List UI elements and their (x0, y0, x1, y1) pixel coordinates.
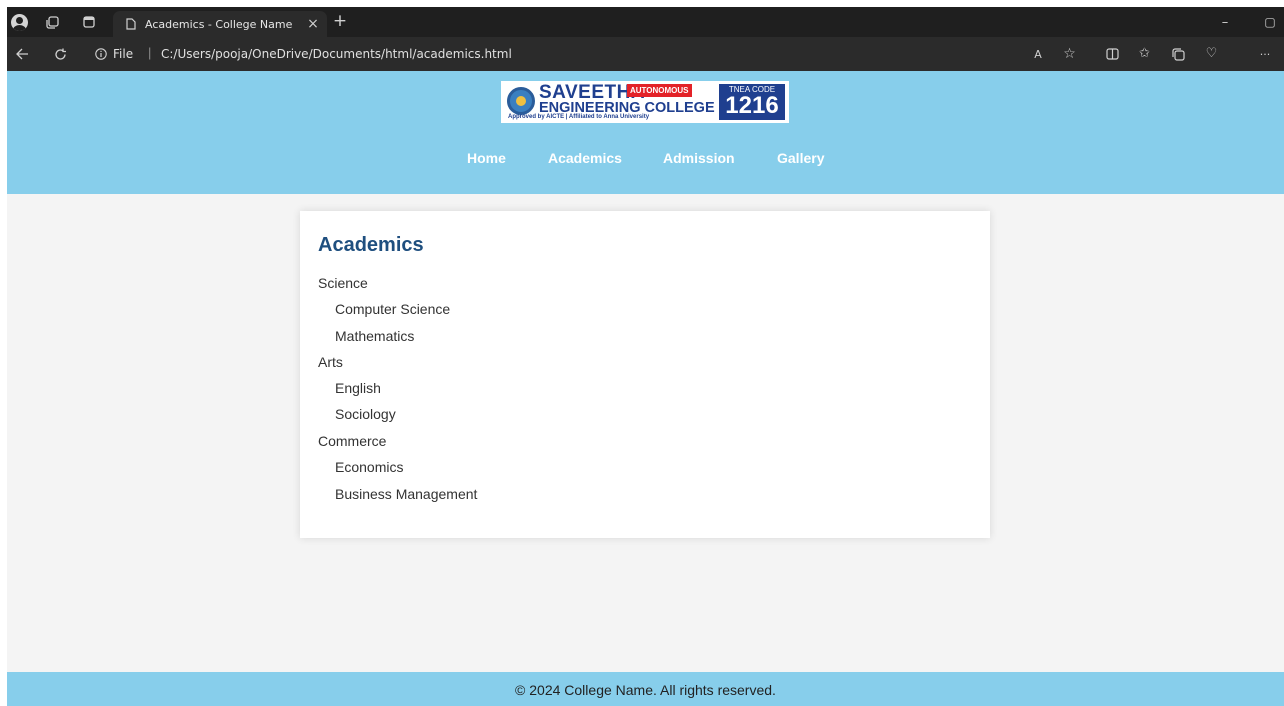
address-input[interactable]: C:/Users/pooja/OneDrive/Documents/html/a… (161, 47, 512, 61)
restore-icon[interactable]: ▢ (1263, 15, 1277, 29)
more-menu-icon[interactable]: ··· (1257, 47, 1273, 61)
page-title: Academics (318, 234, 424, 256)
address-scheme-label: File (113, 47, 134, 61)
site-header: SAVEETHA AUTONOMOUS ENGINEERING COLLEGE … (7, 71, 1284, 194)
favorites-icon[interactable]: ✩ (1137, 46, 1152, 61)
section-science: Science (318, 275, 368, 291)
back-icon[interactable] (15, 47, 29, 61)
new-tab-icon[interactable]: + (333, 12, 347, 29)
nav-gallery[interactable]: Gallery (777, 150, 824, 166)
read-aloud-icon[interactable]: A (1031, 47, 1045, 61)
address-bar-row: File | C:/Users/pooja/OneDrive/Documents… (7, 37, 1284, 71)
main-nav: Home Academics Admission Gallery (7, 150, 1284, 174)
academics-card: Academics Science Computer Science Mathe… (300, 211, 990, 538)
page-icon (125, 17, 137, 31)
collections-icon[interactable] (45, 15, 59, 29)
nav-admission[interactable]: Admission (663, 150, 735, 166)
list-item: Computer Science (335, 301, 451, 317)
minimize-icon[interactable]: – (1218, 15, 1232, 29)
section-arts: Arts (318, 354, 343, 370)
logo-code-box: TNEA CODE 1216 (719, 84, 785, 120)
browser-window: Academics - College Name × + – ▢ File | … (7, 7, 1284, 706)
tab-bar: Academics - College Name × + – ▢ (7, 7, 1284, 37)
list-item: Mathematics (335, 328, 415, 344)
logo-tagline: Approved by AICTE | Affiliated to Anna U… (508, 114, 650, 120)
nav-home[interactable]: Home (467, 150, 506, 166)
split-screen-icon[interactable] (1105, 47, 1119, 61)
info-icon[interactable] (94, 47, 108, 61)
profile-icon[interactable] (11, 14, 28, 31)
tab-actions-icon[interactable] (82, 15, 96, 29)
footer-copyright: © 2024 College Name. All rights reserved… (515, 682, 776, 698)
section-commerce: Commerce (318, 433, 387, 449)
tab-title: Academics - College Name (145, 18, 293, 31)
nav-academics[interactable]: Academics (548, 150, 622, 166)
logo-code-number: 1216 (725, 92, 779, 119)
favorite-star-icon[interactable]: ☆ (1062, 46, 1077, 61)
site-footer: © 2024 College Name. All rights reserved… (7, 672, 1284, 706)
address-separator: | (148, 45, 152, 60)
tab-active[interactable]: Academics - College Name × (113, 11, 327, 37)
list-item: Business Management (335, 486, 478, 502)
collections-toolbar-icon[interactable] (1171, 47, 1185, 61)
emblem-icon (507, 87, 535, 115)
list-item: English (335, 380, 381, 396)
refresh-icon[interactable] (53, 47, 67, 61)
logo-badge: AUTONOMOUS (627, 84, 692, 97)
close-tab-icon[interactable]: × (307, 17, 319, 31)
list-item: Sociology (335, 406, 396, 422)
college-logo[interactable]: SAVEETHA AUTONOMOUS ENGINEERING COLLEGE … (501, 81, 789, 123)
list-item: Economics (335, 459, 404, 475)
browser-essentials-icon[interactable]: ♡ (1204, 46, 1219, 61)
